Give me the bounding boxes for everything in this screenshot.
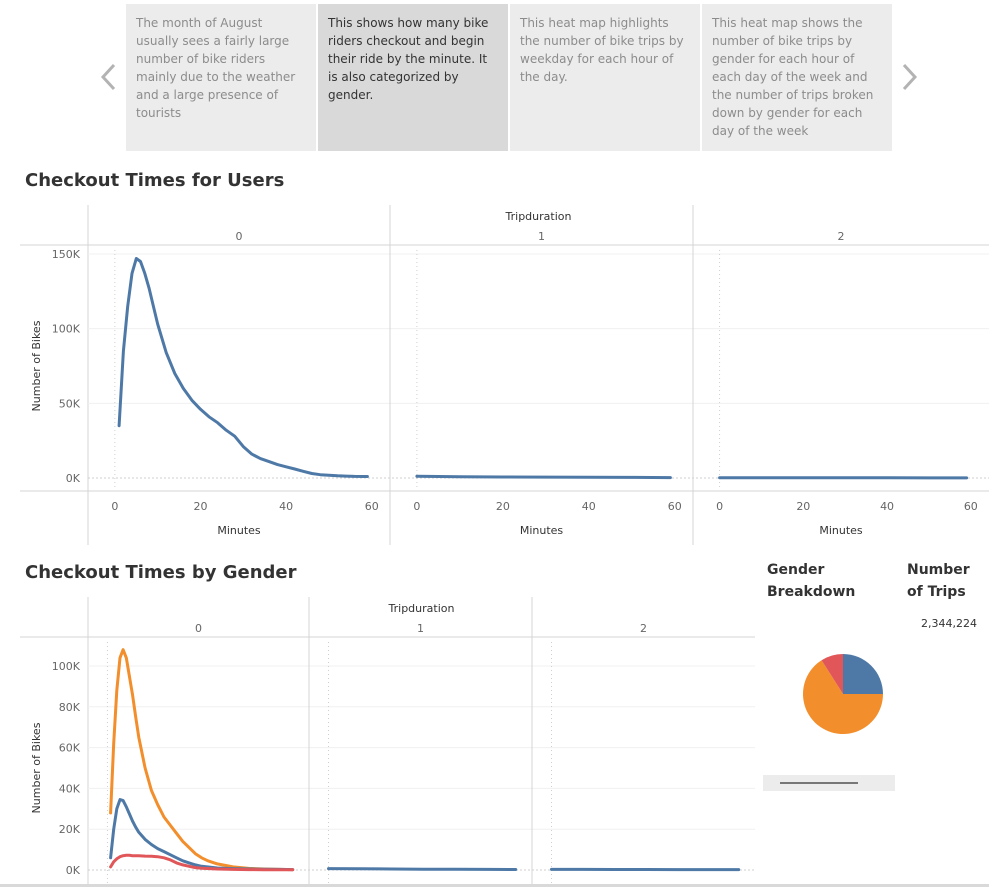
x-tick-label: 20 bbox=[193, 500, 207, 513]
legend-line bbox=[780, 782, 858, 784]
x-tick-label: 40 bbox=[279, 500, 293, 513]
y-tick-label: 20K bbox=[59, 823, 81, 836]
x-axis-label: Minutes bbox=[520, 524, 564, 537]
series-line bbox=[117, 257, 369, 478]
x-tick-label: 20 bbox=[496, 500, 510, 513]
x-tick-label: 60 bbox=[964, 500, 978, 513]
series-line bbox=[109, 648, 295, 872]
facet-label: 0 bbox=[195, 622, 202, 635]
facet-title: Tripduration bbox=[505, 210, 572, 223]
facet-title: Tripduration bbox=[388, 602, 455, 615]
facet-label: 0 bbox=[236, 230, 243, 243]
y-axis-label: Number of Bikes bbox=[30, 320, 43, 411]
y-tick-label: 50K bbox=[59, 397, 81, 410]
x-axis-label: Minutes bbox=[217, 524, 261, 537]
y-tick-label: 80K bbox=[59, 701, 81, 714]
facet-label: 2 bbox=[838, 230, 845, 243]
x-tick-label: 40 bbox=[582, 500, 596, 513]
y-tick-label: 0K bbox=[66, 472, 81, 485]
y-tick-label: 0K bbox=[66, 864, 81, 877]
pie-slice bbox=[843, 654, 883, 694]
y-tick-label: 100K bbox=[52, 660, 81, 673]
y-axis-label: Number of Bikes bbox=[30, 722, 43, 813]
series-line bbox=[415, 474, 672, 480]
series-line bbox=[327, 867, 518, 871]
x-tick-label: 60 bbox=[668, 500, 682, 513]
x-tick-label: 40 bbox=[880, 500, 894, 513]
y-tick-label: 40K bbox=[59, 782, 81, 795]
y-tick-label: 100K bbox=[52, 323, 81, 336]
facet-label: 1 bbox=[417, 622, 424, 635]
y-tick-label: 150K bbox=[52, 248, 81, 261]
y-tick-label: 60K bbox=[59, 742, 81, 755]
charts-canvas: Tripduration0K50K100K150KNumber of Bikes… bbox=[20, 205, 989, 887]
x-axis-label: Minutes bbox=[819, 524, 863, 537]
facet-label: 1 bbox=[538, 230, 545, 243]
x-tick-label: 60 bbox=[365, 500, 379, 513]
x-tick-label: 20 bbox=[796, 500, 810, 513]
x-tick-label: 0 bbox=[413, 500, 420, 513]
gender-legend-box[interactable] bbox=[763, 775, 895, 791]
x-tick-label: 0 bbox=[111, 500, 118, 513]
x-tick-label: 0 bbox=[716, 500, 723, 513]
facet-label: 2 bbox=[640, 622, 647, 635]
